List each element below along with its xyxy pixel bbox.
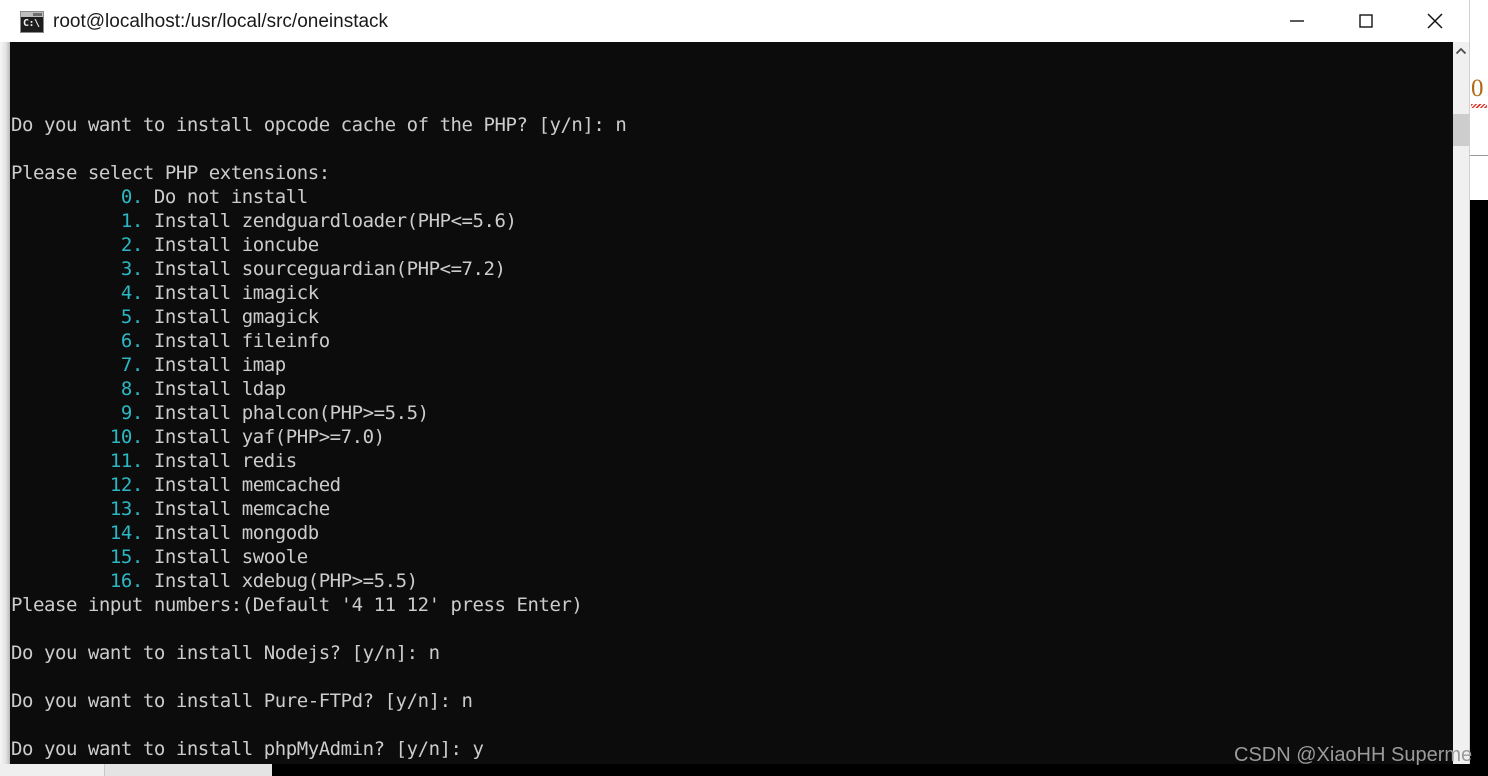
terminal-line: 7. Install imap (11, 353, 286, 377)
terminal-left-border (0, 42, 10, 768)
vertical-scrollbar[interactable] (1453, 42, 1469, 768)
terminal-option-label: Install ldap (142, 378, 286, 400)
terminal-line: 3. Install sourceguardian(PHP<=7.2) (11, 257, 506, 281)
terminal-option-label: Install yaf(PHP>=7.0) (142, 426, 385, 448)
terminal-line: 10. Install yaf(PHP>=7.0) (11, 425, 385, 449)
terminal-line: Do you want to install Pure-FTPd? [y/n]:… (11, 690, 473, 712)
terminal-window: C:\ root@localhost:/usr/local/src/oneins… (0, 0, 1469, 768)
window-title: root@localhost:/usr/local/src/oneinstack (53, 11, 389, 32)
terminal-option-number: 14. (11, 522, 143, 544)
terminal-option-number: 12. (11, 474, 143, 496)
terminal-line: Do you want to install opcode cache of t… (11, 114, 627, 136)
terminal-option-number: 6. (11, 330, 143, 352)
terminal-option-label: Install xdebug(PHP>=5.5) (142, 570, 418, 592)
terminal-line: 2. Install ioncube (11, 233, 319, 257)
terminal-option-label: Install gmagick (142, 306, 319, 328)
terminal-line: 11. Install redis (11, 449, 297, 473)
terminal-line: 8. Install ldap (11, 377, 286, 401)
scroll-up-button[interactable] (1453, 42, 1469, 60)
terminal-option-label: Install fileinfo (142, 330, 330, 352)
close-button[interactable] (1400, 0, 1469, 42)
console-icon: C:\ (20, 11, 44, 33)
terminal-line: 12. Install memcached (11, 473, 341, 497)
terminal-option-label: Install mongodb (142, 522, 319, 544)
scroll-thumb[interactable] (1453, 114, 1469, 146)
terminal-option-label: Do not install (142, 186, 308, 208)
terminal-line: 13. Install memcache (11, 497, 330, 521)
terminal-option-number: 7. (11, 354, 143, 376)
terminal-option-number: 9. (11, 402, 143, 424)
terminal-option-number: 4. (11, 282, 143, 304)
terminal-option-number: 15. (11, 546, 143, 568)
terminal-option-label: Install phalcon(PHP>=5.5) (142, 402, 429, 424)
maximize-button[interactable] (1331, 0, 1400, 42)
title-bar[interactable]: C:\ root@localhost:/usr/local/src/oneins… (0, 0, 1469, 42)
terminal-option-label: Install imagick (142, 282, 319, 304)
terminal-line: 9. Install phalcon(PHP>=5.5) (11, 401, 429, 425)
terminal-option-label: Install imap (142, 354, 286, 376)
terminal-option-number: 8. (11, 378, 143, 400)
terminal-line: Please select PHP extensions: (11, 162, 330, 184)
terminal-option-number: 13. (11, 498, 143, 520)
terminal-line: Please input numbers:(Default '4 11 12' … (11, 594, 583, 616)
terminal-option-number: 5. (11, 306, 143, 328)
taskbar-mid-block[interactable] (104, 764, 272, 776)
terminal-line: 16. Install xdebug(PHP>=5.5) (11, 569, 418, 593)
terminal-line: 4. Install imagick (11, 281, 319, 305)
screen: 0 C:\ root@localhost:/usr/local/src/onei… (0, 0, 1488, 776)
terminal-option-label: Install ioncube (142, 234, 319, 256)
background-editor-glyph: 0 (1471, 75, 1484, 102)
background-divider (1469, 155, 1488, 156)
terminal-option-label: Install swoole (142, 546, 308, 568)
terminal-option-label: Install memcache (142, 498, 330, 520)
minimize-button[interactable] (1262, 0, 1331, 42)
console-icon-text: C:\ (23, 18, 40, 29)
terminal-line: 15. Install swoole (11, 545, 308, 569)
terminal-line: 14. Install mongodb (11, 521, 319, 545)
terminal-line: 6. Install fileinfo (11, 329, 330, 353)
terminal-option-label: Install sourceguardian(PHP<=7.2) (142, 258, 506, 280)
terminal-line: 5. Install gmagick (11, 305, 319, 329)
terminal-line: 1. Install zendguardloader(PHP<=5.6) (11, 209, 517, 233)
terminal-line: Do you want to install phpMyAdmin? [y/n]… (11, 738, 484, 760)
terminal-option-number: 11. (11, 450, 143, 472)
terminal-option-number: 1. (11, 210, 143, 232)
minimize-icon (1289, 20, 1304, 22)
terminal-option-number: 10. (11, 426, 143, 448)
watermark: CSDN @XiaoHH Superme (1234, 744, 1473, 766)
terminal-frame: Do you want to install opcode cache of t… (0, 42, 1469, 768)
background-window-edge: 0 (1468, 0, 1488, 200)
terminal-line: Do you want to install Nodejs? [y/n]: n (11, 642, 440, 664)
terminal-option-label: Install memcached (142, 474, 341, 496)
chevron-up-icon (1455, 47, 1467, 55)
terminal-option-label: Install redis (142, 450, 297, 472)
terminal-option-number: 3. (11, 258, 143, 280)
terminal-line: 0. Do not install (11, 185, 308, 209)
terminal-option-number: 2. (11, 234, 143, 256)
close-icon (1426, 13, 1443, 29)
terminal-option-label: Install zendguardloader(PHP<=5.6) (142, 210, 517, 232)
taskbar-left-block[interactable] (0, 764, 104, 776)
terminal-option-number: 16. (11, 570, 143, 592)
spellcheck-squiggle-icon (1471, 104, 1487, 108)
terminal-option-number: 0. (11, 186, 143, 208)
window-controls (1262, 0, 1469, 42)
terminal-output[interactable]: Do you want to install opcode cache of t… (10, 42, 1453, 768)
maximize-icon (1358, 14, 1373, 28)
